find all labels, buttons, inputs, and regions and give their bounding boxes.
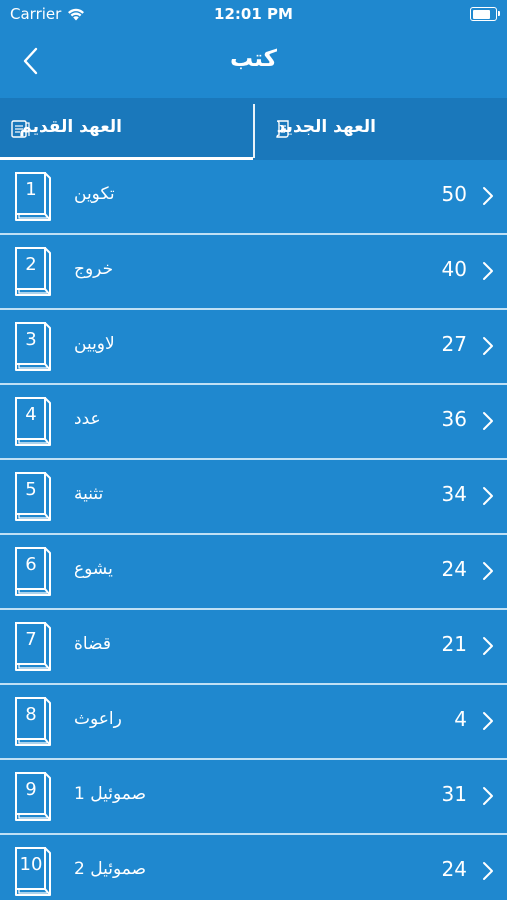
book-name: خروج [74,259,114,279]
book-row[interactable]: 5 تثنية 34 [0,460,507,535]
chapter-count: 4 [454,707,467,731]
chevron-right-icon [483,337,493,355]
book-row[interactable]: 7 قضاة 21 [0,610,507,685]
book-list: 1 تكوين 50 2 خروج 40 3 لاويين 27 4 عدد 3… [0,160,507,900]
testament-tabs: العهد القديم العهد الجديد [0,98,507,160]
book-row[interactable]: 1 تكوين 50 [0,160,507,235]
page-title: كتب [229,46,278,72]
book-name: تثنية [74,484,104,504]
chapter-count: 24 [441,557,467,581]
status-time: 12:01 PM [214,5,293,23]
chapter-count: 21 [441,632,467,656]
book-name: لاويين [74,334,115,354]
book-number: 9 [25,778,37,800]
book-row[interactable]: 8 راعوث 4 [0,685,507,760]
chevron-right-icon [483,637,493,655]
book-row[interactable]: 4 عدد 36 [0,385,507,460]
chevron-right-icon [483,787,493,805]
book-number: 1 [25,178,37,200]
chapter-count: 34 [441,482,467,506]
chevron-right-icon [483,262,493,280]
chapter-count: 31 [441,782,467,806]
book-number: 4 [25,403,37,425]
tab-old-testament-label: العهد القديم [19,117,122,137]
chapter-count: 24 [441,857,467,881]
book-name: عدد [74,409,101,429]
chapter-count: 36 [441,407,467,431]
status-bar: Carrier 12:01 PM [0,0,507,28]
book-name: راعوث [74,709,122,729]
book-number: 6 [25,553,37,575]
tab-new-testament[interactable]: العهد الجديد [254,98,507,160]
book-number: 8 [25,703,37,725]
book-name: 2 صموئيل [74,859,147,879]
tab-old-testament[interactable]: العهد القديم [0,98,253,160]
book-row[interactable]: 2 خروج 40 [0,235,507,310]
chevron-right-icon [483,862,493,880]
chapter-count: 27 [441,332,467,356]
book-name: يشوع [74,559,113,579]
battery-level [472,9,490,19]
book-number: 5 [25,478,37,500]
chevron-right-icon [483,412,493,430]
navigation-bar: كتب [0,28,507,98]
battery-icon [470,7,500,21]
chevron-right-icon [483,187,493,205]
chapter-count: 50 [441,182,467,206]
book-name: قضاة [74,634,111,654]
chapter-count: 40 [441,257,467,281]
book-number: 7 [25,628,37,650]
book-number: 10 [19,853,43,875]
book-number: 2 [25,253,37,275]
book-row[interactable]: 3 لاويين 27 [0,310,507,385]
book-row[interactable]: 6 يشوع 24 [0,535,507,610]
book-row[interactable]: 9 1 صموئيل 31 [0,760,507,835]
chevron-right-icon [483,487,493,505]
book-row[interactable]: 10 2 صموئيل 24 [0,835,507,900]
book-number: 3 [25,328,37,350]
book-name: 1 صموئيل [74,784,147,804]
chevron-right-icon [483,562,493,580]
tab-new-testament-label: العهد الجديد [276,117,376,137]
book-name: تكوين [74,184,115,204]
chevron-right-icon [483,712,493,730]
